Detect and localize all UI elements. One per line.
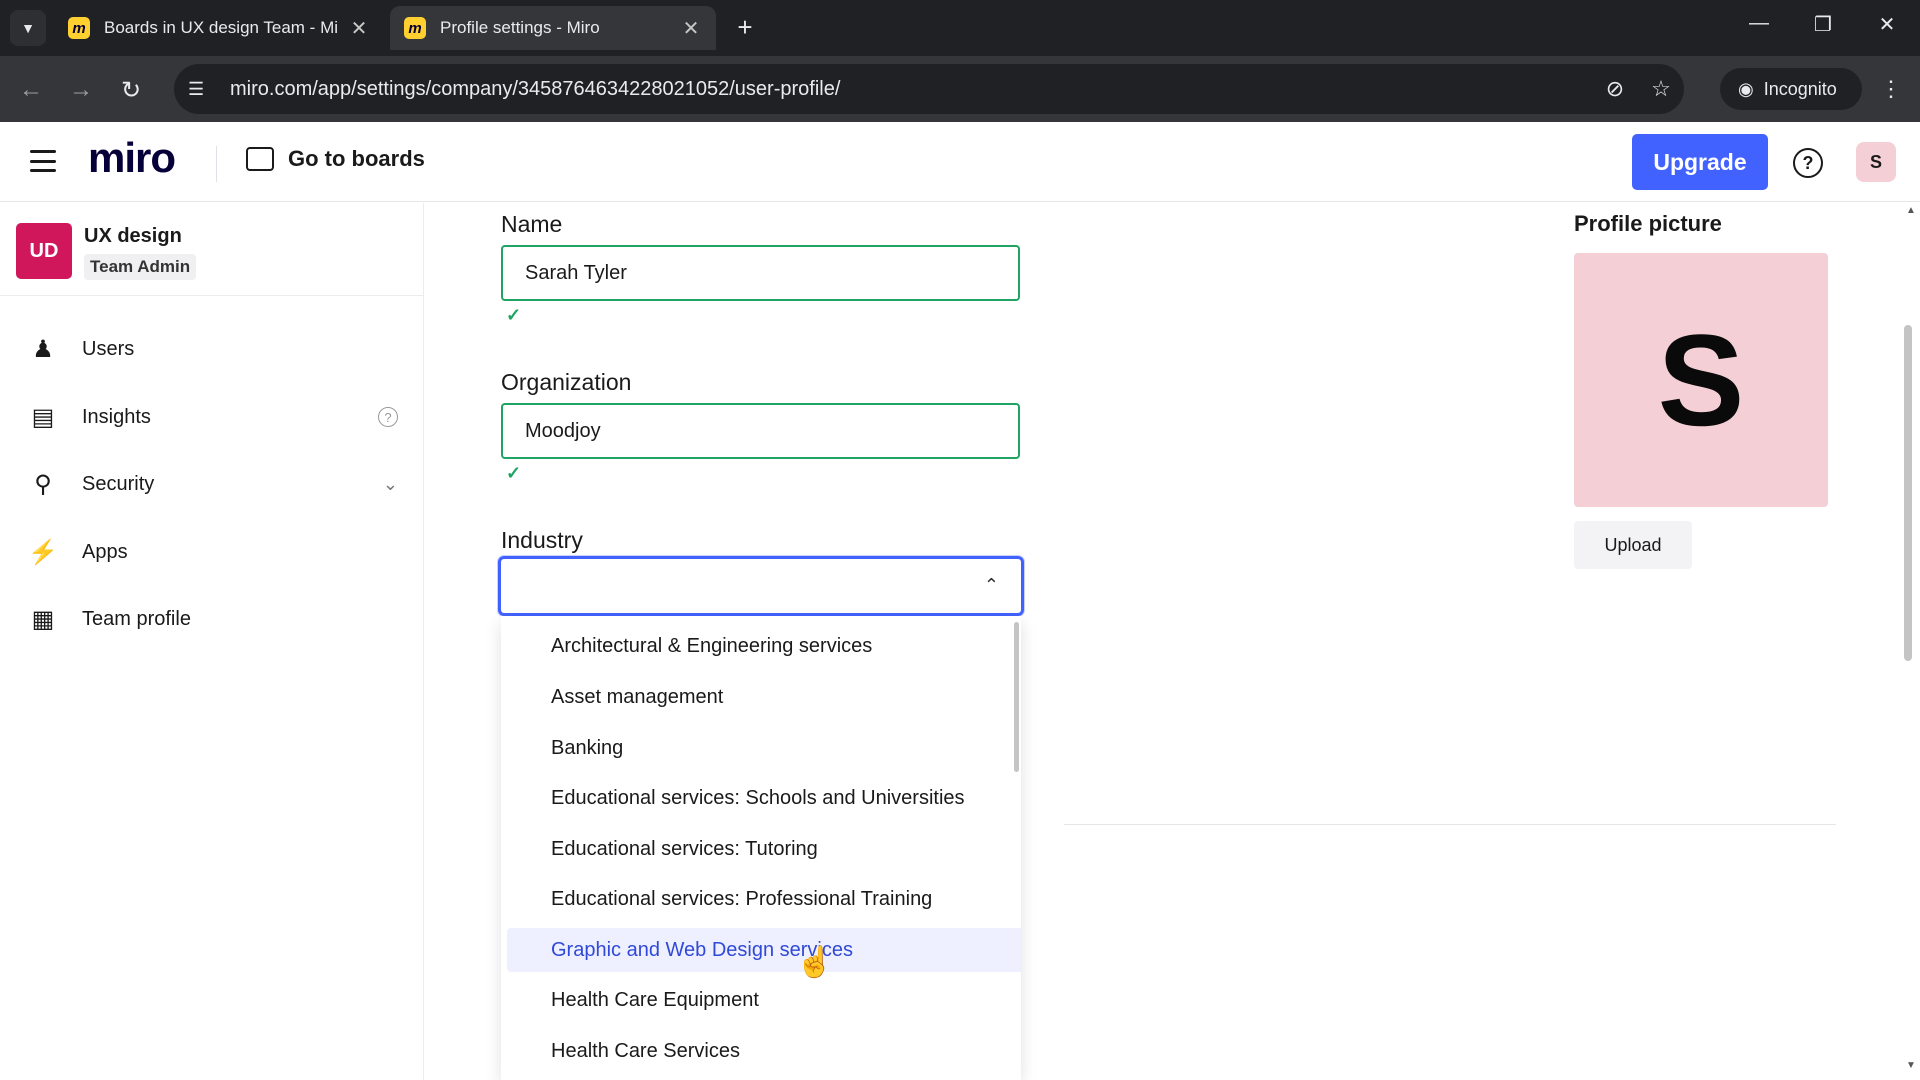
incognito-indicator[interactable]: ◉ Incognito (1720, 68, 1862, 110)
upload-button[interactable]: Upload (1574, 521, 1692, 569)
app-header: miro Go to boards Upgrade ? S (0, 122, 1920, 202)
profile-picture-label: Profile picture (1574, 211, 1722, 236)
dropdown-option[interactable]: Health Care Services (507, 1029, 1021, 1073)
sidebar-item-label: Insights (82, 405, 151, 428)
forward-icon[interactable]: → (66, 76, 96, 104)
tab-title: Boards in UX design Team - Mi (104, 18, 339, 37)
chevron-up-icon[interactable]: ⌃ (984, 575, 999, 596)
board-icon (246, 147, 274, 171)
profile-settings-main: Name Sarah Tyler ✓ Organization Moodjoy … (456, 203, 1876, 1080)
team-switcher[interactable]: UD UX design Team Admin (16, 223, 197, 280)
sidebar-item-users[interactable]: ♟ Users (28, 329, 398, 369)
dropdown-option-highlighted[interactable]: Graphic and Web Design services (507, 928, 1021, 972)
key-icon: ⚲ (34, 470, 52, 498)
close-icon[interactable]: ✕ (348, 16, 370, 41)
avatar[interactable]: S (1856, 142, 1896, 182)
sidebar-item-label: Team profile (82, 607, 191, 630)
layout-icon: ▦ (31, 605, 55, 633)
browser-menu-icon[interactable]: ⋮ (1880, 76, 1902, 102)
incognito-icon: ◉ (1738, 78, 1754, 99)
sidebar-item-apps[interactable]: ⚡ Apps (28, 532, 398, 572)
sidebar-item-security[interactable]: ⚲ Security ⌄ (28, 464, 398, 504)
help-icon[interactable]: ? (1793, 148, 1823, 178)
address-bar[interactable]: ☰ miro.com/app/settings/company/34587646… (174, 64, 1684, 114)
dropdown-option[interactable]: Health Care Equipment (507, 978, 1021, 1022)
new-tab-button[interactable]: + (730, 12, 760, 43)
eye-off-icon[interactable]: ⊘ (1592, 76, 1638, 102)
name-input[interactable]: Sarah Tyler (501, 245, 1020, 301)
browser-tab-profile-settings[interactable]: m Profile settings - Miro ✕ (390, 6, 716, 50)
go-to-boards-button[interactable]: Go to boards (246, 146, 425, 172)
minimize-icon[interactable]: — (1744, 12, 1774, 35)
tab-title: Profile settings - Miro (440, 18, 600, 37)
info-icon[interactable]: ? (378, 407, 398, 427)
dropdown-scrollbar[interactable] (1014, 622, 1019, 772)
header-divider (216, 146, 217, 182)
dropdown-option[interactable]: Educational services: Professional Train… (507, 877, 1021, 921)
miro-favicon-icon: m (68, 17, 90, 39)
check-icon: ✓ (506, 305, 522, 325)
dropdown-option[interactable]: Banking (507, 726, 1021, 770)
sidebar-item-label: Apps (82, 540, 128, 563)
dropdown-option[interactable]: Educational services: Schools and Univer… (507, 776, 1021, 820)
dropdown-option[interactable]: Asset management (507, 675, 1021, 719)
chevron-down-icon: ▼ (21, 20, 35, 36)
sidebar-item-label: Security (82, 472, 155, 495)
bookmark-star-icon[interactable]: ☆ (1638, 76, 1684, 102)
restore-icon[interactable]: ❐ (1808, 12, 1838, 37)
miro-logo[interactable]: miro (88, 134, 176, 182)
name-label: Name (501, 211, 563, 237)
settings-sidebar: UD UX design Team Admin ♟ Users ▤ Insigh… (0, 203, 424, 1080)
hand-cursor-icon: ☝ (796, 946, 834, 979)
scroll-up-arrow-icon[interactable]: ▲ (1906, 205, 1916, 216)
close-icon[interactable]: ✕ (680, 16, 702, 41)
url-text[interactable]: miro.com/app/settings/company/3458764634… (230, 78, 1592, 101)
go-to-boards-label: Go to boards (288, 146, 425, 171)
bar-chart-icon: ▤ (31, 403, 55, 431)
tab-search-button[interactable]: ▼ (10, 10, 46, 46)
miro-favicon-icon: m (404, 17, 426, 39)
industry-label: Industry (501, 527, 583, 553)
page-scrollbar[interactable] (1904, 325, 1912, 661)
upgrade-button[interactable]: Upgrade (1632, 134, 1768, 190)
sidebar-item-label: Users (82, 337, 135, 360)
team-name: UX design (84, 225, 182, 247)
organization-label: Organization (501, 369, 632, 395)
industry-dropdown-list[interactable]: Architectural & Engineering services Ass… (501, 616, 1021, 1080)
browser-tab-boards[interactable]: m Boards in UX design Team - Mi ✕ (54, 6, 384, 50)
back-icon[interactable]: ← (16, 76, 46, 104)
browser-toolbar: ← → ↻ ☰ miro.com/app/settings/company/34… (0, 56, 1920, 122)
incognito-label: Incognito (1763, 78, 1837, 99)
reload-icon[interactable]: ↻ (116, 76, 146, 105)
check-icon: ✓ (506, 463, 522, 483)
section-divider (1064, 824, 1836, 825)
team-badge: UD (16, 223, 72, 279)
browser-tab-bar: ▼ m Boards in UX design Team - Mi ✕ m Pr… (0, 0, 1920, 56)
window-close-icon[interactable]: ✕ (1872, 12, 1902, 37)
dropdown-option[interactable]: Architectural & Engineering services (507, 624, 1021, 668)
user-check-icon: ♟ (32, 335, 54, 363)
chevron-down-icon[interactable]: ⌄ (383, 474, 398, 495)
team-role-badge: Team Admin (84, 254, 197, 280)
scroll-down-arrow-icon[interactable]: ▼ (1906, 1060, 1916, 1071)
organization-input[interactable]: Moodjoy (501, 403, 1020, 459)
sidebar-item-insights[interactable]: ▤ Insights ? (28, 397, 398, 437)
profile-picture: S (1574, 253, 1828, 507)
site-info-icon[interactable]: ☰ (188, 79, 216, 100)
dropdown-option[interactable]: Educational services: Tutoring (507, 827, 1021, 871)
plug-icon: ⚡ (28, 538, 58, 566)
sidebar-divider (0, 295, 424, 296)
hamburger-menu-icon[interactable] (30, 150, 56, 172)
sidebar-item-team-profile[interactable]: ▦ Team profile (28, 599, 398, 639)
industry-select[interactable]: ⌃ (498, 556, 1024, 616)
